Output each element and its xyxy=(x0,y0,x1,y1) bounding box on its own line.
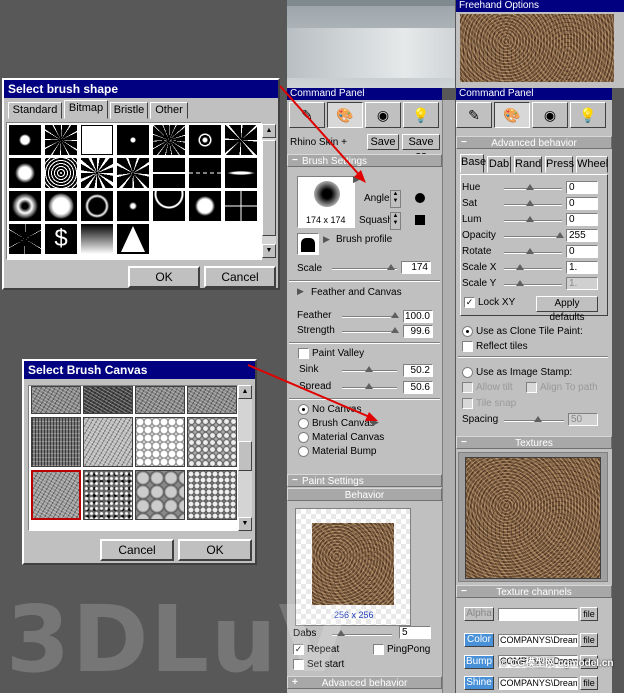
watermark-site-text: © CG模型网 cgmodel.cn xyxy=(500,658,614,669)
watermark-site: © CG模型网 cgmodel.cn xyxy=(500,640,618,688)
watermark-text: 3DLuV xyxy=(6,586,352,693)
arrow-line-brush-canvas xyxy=(247,364,373,419)
arrow-line-brush-shape xyxy=(279,85,363,179)
